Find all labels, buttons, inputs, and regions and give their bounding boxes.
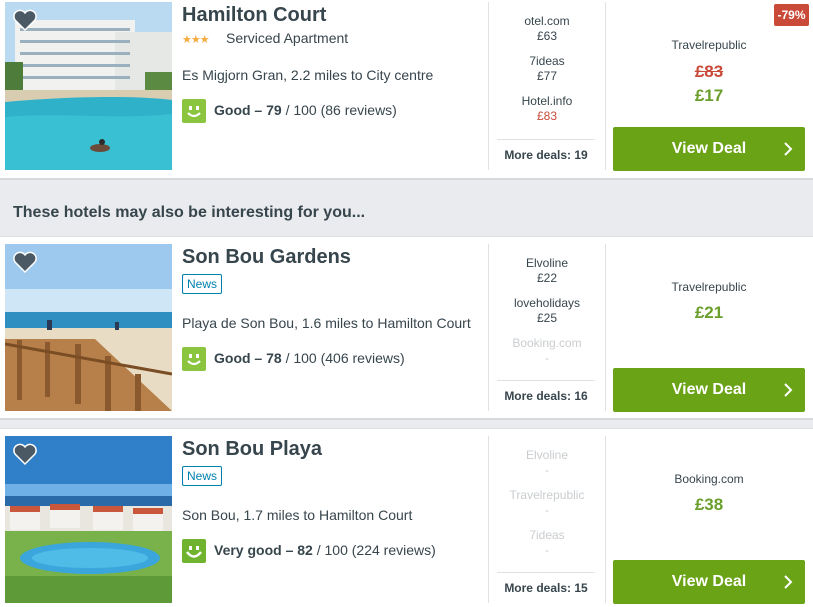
deal-site: Hotel.info bbox=[521, 94, 573, 108]
smiley-icon bbox=[182, 99, 206, 123]
deal-site: Travelrepublic bbox=[509, 488, 585, 502]
deal-price: - bbox=[545, 503, 549, 517]
best-deal-site: Travelrepublic bbox=[671, 280, 747, 294]
news-badge: News bbox=[182, 466, 223, 486]
deal-site: Booking.com bbox=[512, 336, 582, 350]
deal-item[interactable]: otel.com £63 bbox=[489, 14, 605, 44]
hotel-card-son-bou-playa: Son Bou Playa News Son Bou, 1.7 miles to… bbox=[0, 428, 813, 607]
more-deals-link[interactable]: More deals: 19 bbox=[497, 139, 595, 170]
view-deal-button[interactable]: View Deal bbox=[613, 560, 805, 604]
deal-price: £63 bbox=[536, 29, 558, 43]
old-price: £83 bbox=[694, 62, 724, 81]
deal-site: loveholidays bbox=[513, 296, 581, 310]
deals-column: otel.com £63 7ideas £77 Hotel.info £83 M… bbox=[488, 2, 606, 170]
deal-site: Elvoline bbox=[525, 448, 569, 462]
rating-reviews: / 100 (86 reviews) bbox=[281, 102, 397, 118]
deal-site: Elvoline bbox=[525, 256, 569, 270]
hotel-name[interactable]: Son Bou Playa bbox=[182, 438, 322, 461]
more-deals-link[interactable]: More deals: 15 bbox=[497, 572, 595, 603]
hotel-name[interactable]: Son Bou Gardens bbox=[182, 246, 351, 269]
deal-price: - bbox=[545, 543, 549, 557]
rating-score: Good – 78 bbox=[214, 350, 282, 366]
discount-badge: -79% bbox=[774, 4, 809, 26]
hotel-location: Son Bou, 1.7 miles to Hamilton Court bbox=[182, 507, 413, 523]
best-price: £21 bbox=[694, 303, 724, 322]
deal-price: - bbox=[545, 463, 549, 477]
deals-column: Elvoline - Travelrepublic - 7ideas - Mor… bbox=[488, 436, 606, 603]
more-deals-link[interactable]: More deals: 16 bbox=[497, 380, 595, 411]
deal-site: otel.com bbox=[524, 14, 570, 28]
rating-score: Good – 79 bbox=[214, 102, 282, 118]
view-deal-button[interactable]: View Deal bbox=[613, 127, 805, 171]
best-deal-site: Travelrepublic bbox=[671, 38, 747, 52]
deal-price: £22 bbox=[536, 271, 558, 285]
best-deal-site: Booking.com bbox=[674, 472, 744, 486]
deal-item: Elvoline - bbox=[489, 448, 605, 478]
deals-column: Elvoline £22 loveholidays £25 Booking.co… bbox=[488, 244, 606, 411]
hotel-photo[interactable] bbox=[5, 436, 172, 603]
hotel-location: Es Migjorn Gran, 2.2 miles to City centr… bbox=[182, 67, 434, 83]
hotel-location: Playa de Son Bou, 1.6 miles to Hamilton … bbox=[182, 315, 471, 331]
favorite-heart-icon[interactable] bbox=[12, 250, 38, 274]
rating-reviews: / 100 (224 reviews) bbox=[312, 542, 436, 558]
view-deal-label: View Deal bbox=[671, 140, 747, 157]
deal-item[interactable]: 7ideas £77 bbox=[489, 54, 605, 84]
best-price: £38 bbox=[694, 495, 724, 514]
deal-site: 7ideas bbox=[529, 528, 565, 542]
star-rating-icon: ★★★ bbox=[182, 34, 210, 46]
view-deal-label: View Deal bbox=[671, 573, 747, 590]
deal-item[interactable]: Hotel.info £83 bbox=[489, 94, 605, 124]
favorite-heart-icon[interactable] bbox=[12, 8, 38, 32]
deal-item[interactable]: Elvoline £22 bbox=[489, 256, 605, 286]
chevron-right-icon bbox=[784, 142, 793, 156]
hotel-card-hamilton-court: Hamilton Court ★★★ Serviced Apartment Es… bbox=[0, 0, 813, 180]
deal-item: 7ideas - bbox=[489, 528, 605, 558]
view-deal-button[interactable]: View Deal bbox=[613, 368, 805, 412]
section-title: These hotels may also be interesting for… bbox=[13, 204, 366, 221]
favorite-heart-icon[interactable] bbox=[12, 442, 38, 466]
best-price: £17 bbox=[694, 86, 724, 105]
smiley-icon bbox=[182, 539, 206, 563]
deal-price: £25 bbox=[536, 311, 558, 325]
deal-price: - bbox=[545, 351, 549, 365]
smiley-icon bbox=[182, 347, 206, 371]
news-badge: News bbox=[182, 274, 223, 294]
chevron-right-icon bbox=[784, 383, 793, 397]
deal-item: Booking.com - bbox=[489, 336, 605, 366]
deal-site: 7ideas bbox=[529, 54, 565, 68]
chevron-right-icon bbox=[784, 575, 793, 589]
rating-reviews: / 100 (406 reviews) bbox=[281, 350, 405, 366]
deal-price: £77 bbox=[536, 69, 558, 83]
deal-price: £83 bbox=[536, 109, 558, 123]
hotel-name[interactable]: Hamilton Court bbox=[182, 4, 326, 27]
hotel-card-son-bou-gardens: Son Bou Gardens News Playa de Son Bou, 1… bbox=[0, 236, 813, 420]
view-deal-label: View Deal bbox=[671, 381, 747, 398]
hotel-photo[interactable] bbox=[5, 2, 172, 170]
deal-item[interactable]: loveholidays £25 bbox=[489, 296, 605, 326]
deal-item: Travelrepublic - bbox=[489, 488, 605, 518]
rating-score: Very good – 82 bbox=[214, 542, 313, 558]
hotel-type: Serviced Apartment bbox=[226, 30, 349, 46]
hotel-photo[interactable] bbox=[5, 244, 172, 411]
